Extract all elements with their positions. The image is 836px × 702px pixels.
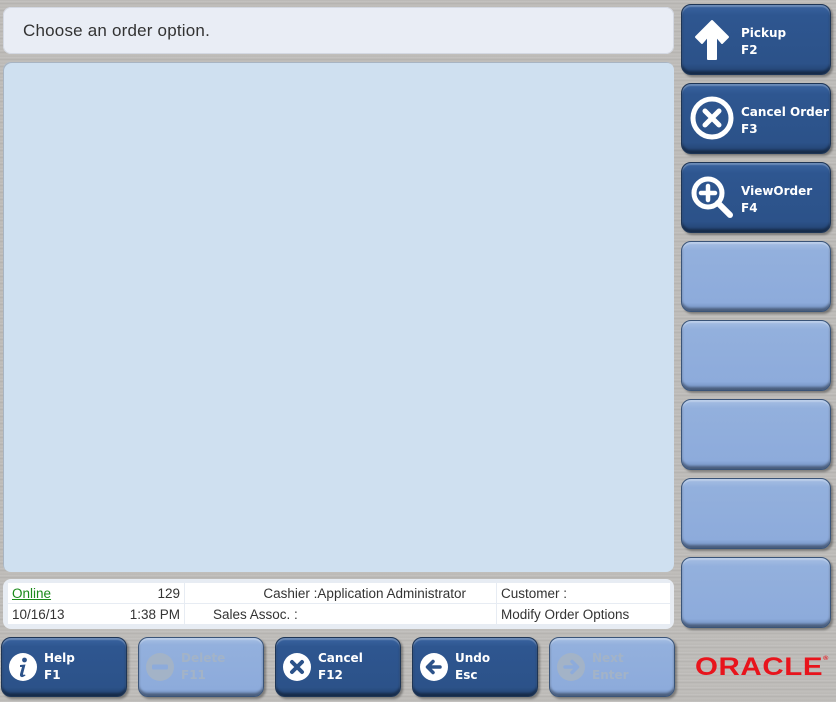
customer-cell: Customer : bbox=[497, 583, 670, 603]
delete-button-label: Delete F11 bbox=[181, 651, 226, 682]
prompt-text: Choose an order option. bbox=[23, 21, 211, 40]
pickup-button[interactable]: Pickup F2 bbox=[681, 4, 831, 75]
help-button[interactable]: Help F1 bbox=[1, 637, 127, 697]
pickup-button-label: Pickup F2 bbox=[741, 26, 787, 57]
blank-side-button-8[interactable] bbox=[681, 557, 831, 628]
blank-side-button-7[interactable] bbox=[681, 478, 831, 549]
customer-label: Customer : bbox=[501, 585, 568, 601]
help-button-label: Help F1 bbox=[44, 651, 75, 682]
cancel-button[interactable]: Cancel F12 bbox=[275, 637, 401, 697]
status-bar: Online 129 Cashier :Application Administ… bbox=[3, 579, 674, 629]
cashier-label: Cashier :Application Administrator bbox=[263, 585, 466, 601]
context-label: Modify Order Options bbox=[501, 606, 630, 622]
magnify-plus-icon bbox=[691, 176, 733, 218]
oracle-logo: ORACLE® bbox=[695, 653, 829, 682]
cancel-order-button[interactable]: Cancel Order F3 bbox=[681, 83, 831, 154]
arrow-up-icon bbox=[695, 20, 729, 60]
online-link[interactable]: Online bbox=[12, 586, 51, 601]
undo-button[interactable]: Undo Esc bbox=[412, 637, 538, 697]
arrow-right-circle-icon bbox=[557, 653, 585, 681]
blank-side-button-4[interactable] bbox=[681, 241, 831, 312]
undo-button-label: Undo Esc bbox=[455, 651, 491, 682]
delete-button[interactable]: Delete F11 bbox=[138, 637, 264, 697]
blank-side-button-6[interactable] bbox=[681, 399, 831, 470]
next-button[interactable]: Next Enter bbox=[549, 637, 675, 697]
cashier-cell: Cashier :Application Administrator bbox=[185, 583, 496, 603]
view-order-button-label: ViewOrder F4 bbox=[741, 184, 813, 215]
sales-assoc-cell: Sales Assoc. : bbox=[185, 604, 496, 624]
oracle-logo-text: ORACLE bbox=[695, 653, 824, 681]
info-icon bbox=[9, 653, 37, 681]
cancel-button-label: Cancel F12 bbox=[318, 651, 363, 682]
blank-side-button-5[interactable] bbox=[681, 320, 831, 391]
register-number: 129 bbox=[157, 585, 180, 601]
time-label: 1:38 PM bbox=[129, 606, 180, 622]
sales-assoc-label: Sales Assoc. : bbox=[213, 606, 298, 622]
status-connection-cell: Online 129 bbox=[8, 583, 184, 603]
registered-mark: ® bbox=[823, 656, 829, 662]
work-area bbox=[3, 62, 674, 572]
cancel-circle-icon bbox=[690, 96, 734, 140]
date-label: 10/16/13 bbox=[12, 606, 65, 622]
next-button-label: Next Enter bbox=[592, 651, 629, 682]
datetime-cell: 10/16/13 1:38 PM bbox=[8, 604, 184, 624]
cancel-circle-icon bbox=[283, 653, 311, 681]
view-order-button[interactable]: ViewOrder F4 bbox=[681, 162, 831, 233]
cancel-order-button-label: Cancel Order F3 bbox=[741, 105, 829, 136]
minus-circle-icon bbox=[146, 653, 174, 681]
context-cell: Modify Order Options bbox=[497, 604, 670, 624]
arrow-left-circle-icon bbox=[420, 653, 448, 681]
prompt-bar: Choose an order option. bbox=[3, 7, 674, 54]
